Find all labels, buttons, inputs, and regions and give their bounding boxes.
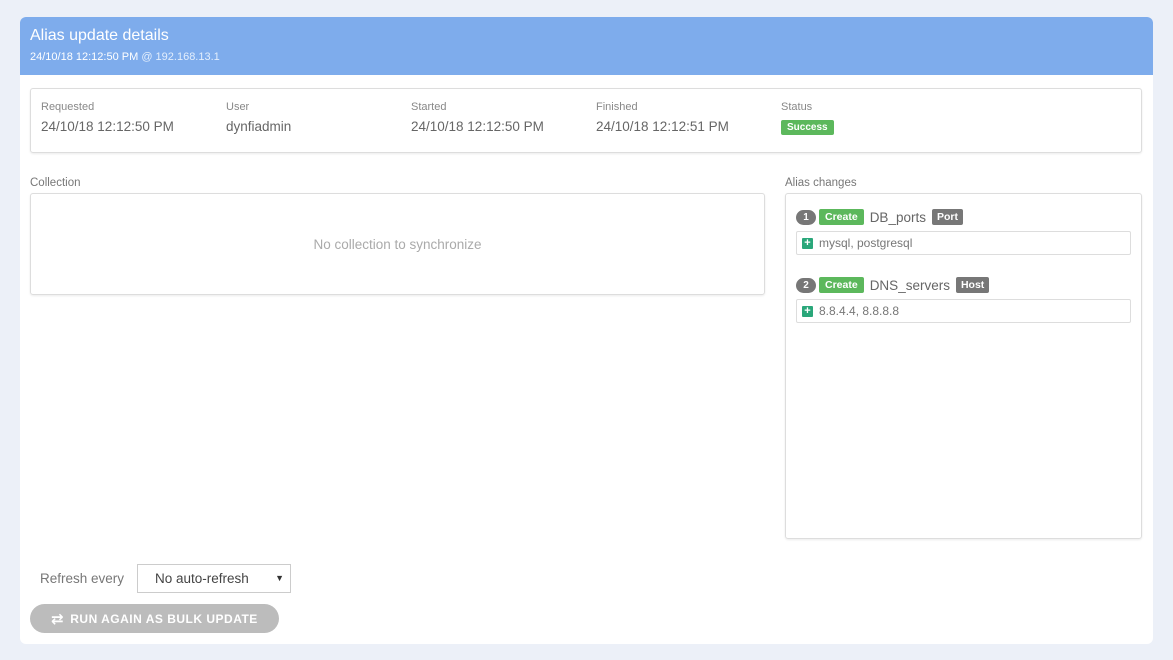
finished-value: 24/10/18 12:12:51 PM: [596, 119, 729, 134]
update-subtitle: 24/10/18 12:12:50 PM @ 192.168.13.1: [30, 51, 1143, 63]
action-badge: Create: [819, 209, 864, 225]
alias-values: + 8.8.4.4, 8.8.8.8: [796, 299, 1131, 323]
requested-label: Requested: [41, 101, 95, 113]
page-title: Alias update details: [30, 27, 169, 44]
update-summary: Requested 24/10/18 12:12:50 PM User dynf…: [30, 88, 1142, 153]
alias-change-item: 2 Create DNS_servers Host + 8.8.4.4, 8.8…: [796, 276, 1131, 323]
requested-column: Requested 24/10/18 12:12:50 PM: [41, 101, 174, 134]
collection-label: Collection: [30, 177, 81, 189]
alias-type-badge: Port: [931, 209, 963, 225]
alias-changes-panel: 1 Create DB_ports Port + mysql, postgres…: [785, 193, 1142, 539]
change-number: 2: [796, 277, 816, 293]
refresh-label: Refresh every: [40, 571, 125, 586]
alias-change-header: 1 Create DB_ports Port: [796, 208, 1131, 226]
status-column: Status Success: [781, 101, 834, 135]
update-timestamp: 24/10/18 12:12:50 PM: [30, 51, 139, 63]
user-label: User: [226, 101, 250, 113]
caret-down-icon: ▼: [275, 573, 284, 583]
run-again-button[interactable]: ⇄ RUN AGAIN AS BULK UPDATE: [30, 604, 279, 633]
refresh-select[interactable]: No auto-refresh ▼: [137, 564, 291, 593]
alias-change-item: 1 Create DB_ports Port + mysql, postgres…: [796, 208, 1131, 255]
user-column: User dynfiadmin: [226, 101, 291, 134]
status-label: Status: [781, 101, 813, 113]
status-badge: Success: [781, 120, 834, 135]
plus-square-icon: +: [802, 305, 813, 317]
alias-values: + mysql, postgresql: [796, 231, 1131, 255]
user-value: dynfiadmin: [226, 119, 292, 134]
source-ip: 192.168.13.1: [155, 51, 220, 63]
finished-column: Finished 24/10/18 12:12:51 PM: [596, 101, 729, 134]
alias-name: DB_ports: [869, 209, 926, 225]
card-header: Alias update details 24/10/18 12:12:50 P…: [20, 17, 1153, 75]
retweet-icon: ⇄: [51, 610, 65, 628]
alias-change-header: 2 Create DNS_servers Host: [796, 276, 1131, 294]
plus-square-icon: +: [802, 237, 813, 249]
collection-panel: No collection to synchronize: [30, 193, 765, 295]
refresh-select-value: No auto-refresh: [155, 571, 249, 586]
alias-values-text: mysql, postgresql: [819, 236, 913, 250]
alias-type-badge: Host: [955, 277, 990, 293]
change-number: 1: [796, 209, 816, 225]
alias-name: DNS_servers: [869, 277, 950, 293]
started-value: 24/10/18 12:12:50 PM: [411, 119, 544, 134]
finished-label: Finished: [596, 101, 638, 113]
started-column: Started 24/10/18 12:12:50 PM: [411, 101, 544, 134]
action-badge: Create: [819, 277, 864, 293]
alias-changes-label: Alias changes: [785, 177, 857, 189]
alias-update-card: Alias update details 24/10/18 12:12:50 P…: [20, 17, 1153, 644]
started-label: Started: [411, 101, 447, 113]
alias-values-text: 8.8.4.4, 8.8.8.8: [819, 304, 900, 318]
run-again-label: RUN AGAIN AS BULK UPDATE: [70, 611, 258, 626]
requested-value: 24/10/18 12:12:50 PM: [41, 119, 174, 134]
collection-empty-text: No collection to synchronize: [313, 236, 482, 252]
at-sign: @: [141, 51, 153, 63]
